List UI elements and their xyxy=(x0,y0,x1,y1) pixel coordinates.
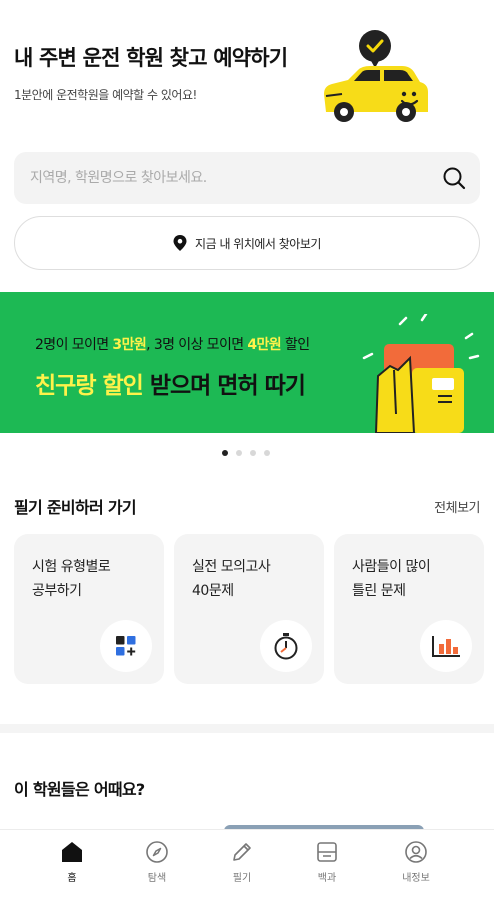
tab-label: 백과 xyxy=(317,873,337,884)
tab-encyclopedia[interactable]: 백과 xyxy=(297,840,357,884)
grid-plus-icon xyxy=(100,620,152,672)
academy-section-title: 이 학원들은 어때요? xyxy=(14,780,145,799)
tab-label: 내정보 xyxy=(402,873,430,884)
coupon-gift-illustration xyxy=(362,314,480,433)
banner-line2: 친구랑 할인 받으며 면허 따기 xyxy=(35,373,306,399)
home-icon xyxy=(62,842,82,862)
search-input[interactable] xyxy=(30,170,442,186)
card-mock-exam[interactable]: 실전 모의고사 40문제 xyxy=(174,534,324,684)
car-illustration xyxy=(324,30,428,122)
pencil-icon xyxy=(233,843,251,861)
tab-home[interactable]: 홈 xyxy=(42,840,102,884)
tab-my-info[interactable]: 내정보 xyxy=(386,840,446,884)
find-near-me-label: 지금 내 위치에서 찾아보기 xyxy=(195,236,321,251)
bar-chart-icon xyxy=(420,620,472,672)
view-all-link[interactable]: 전체보기 xyxy=(434,497,480,516)
search-icon[interactable] xyxy=(442,166,466,190)
page-header: 내 주변 운전 학원 찾고 예약하기 1분안에 운전학원을 예약할 수 있어요! xyxy=(14,42,314,103)
page-subtitle: 1분안에 운전학원을 예약할 수 있어요! xyxy=(14,88,197,102)
tab-label: 필기 xyxy=(232,873,252,884)
tab-label: 홈 xyxy=(67,873,77,884)
carousel-dot[interactable] xyxy=(250,450,256,456)
section-divider xyxy=(0,724,494,733)
tab-explore[interactable]: 탐색 xyxy=(127,840,187,884)
profile-icon xyxy=(405,841,427,863)
find-near-me-button[interactable]: 지금 내 위치에서 찾아보기 xyxy=(14,216,480,270)
tab-written[interactable]: 필기 xyxy=(212,840,272,884)
bottom-tab-bar: 홈 탐색 필기 백과 내정보 xyxy=(0,829,494,899)
card-common-mistakes[interactable]: 사람들이 많이 틀린 문제 xyxy=(334,534,484,684)
location-pin-icon xyxy=(173,235,187,251)
written-section-header: 필기 준비하러 가기 전체보기 xyxy=(14,494,480,518)
banner-line1: 2명이 모이면 3만원, 3명 이상 모이면 4만원 할인 xyxy=(35,337,310,353)
compass-icon xyxy=(146,841,168,863)
card-title-line1: 사람들이 많이 xyxy=(352,559,431,575)
carousel-dot[interactable] xyxy=(236,450,242,456)
card-by-exam-type[interactable]: 시험 유형별로 공부하기 xyxy=(14,534,164,684)
page-title: 내 주변 운전 학원 찾고 예약하기 xyxy=(14,46,288,70)
book-icon xyxy=(317,842,337,862)
card-title-line1: 시험 유형별로 xyxy=(32,559,111,575)
stopwatch-icon xyxy=(260,620,312,672)
written-section-title: 필기 준비하러 가기 xyxy=(14,498,137,517)
card-title-line2: 틀린 문제 xyxy=(352,583,406,599)
card-title-line1: 실전 모의고사 xyxy=(192,559,271,575)
promo-banner[interactable]: 2명이 모이면 3만원, 3명 이상 모이면 4만원 할인 친구랑 할인 받으며… xyxy=(0,292,494,433)
carousel-indicator xyxy=(222,450,270,456)
carousel-dot[interactable] xyxy=(222,450,228,456)
tab-label: 탐색 xyxy=(147,873,167,884)
card-title-line2: 40문제 xyxy=(192,583,234,599)
search-bar[interactable] xyxy=(14,152,480,204)
carousel-dot[interactable] xyxy=(264,450,270,456)
written-cards: 시험 유형별로 공부하기 실전 모의고사 40문제 사람들이 많이 틀린 문제 xyxy=(14,534,494,684)
card-title-line2: 공부하기 xyxy=(32,583,82,599)
